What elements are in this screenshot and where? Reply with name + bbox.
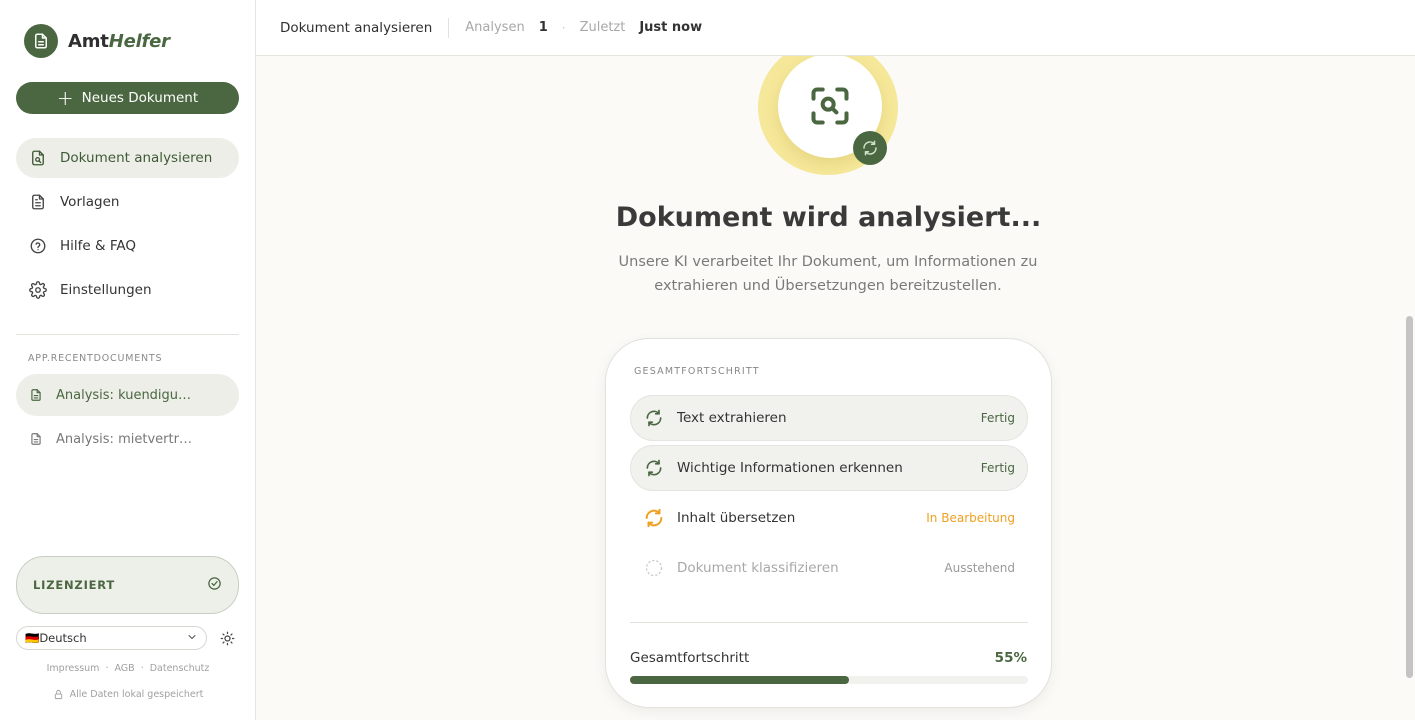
brand-name: AmtHelfer (68, 31, 170, 52)
brand-name-accent: Helfer (108, 30, 170, 52)
theme-toggle-sun-icon[interactable] (219, 630, 235, 646)
document-logo-icon (24, 24, 58, 58)
refresh-badge-icon (853, 131, 887, 165)
step-dokument-klassifizieren: Dokument klassifizieren Ausstehend (630, 545, 1028, 591)
analyses-label: Analysen (465, 20, 525, 35)
language-value: 🇩🇪Deutsch (25, 631, 87, 645)
new-document-button[interactable]: + Neues Dokument (16, 82, 239, 114)
sidebar-item-hilfe-faq[interactable]: Hilfe & FAQ (16, 226, 239, 266)
header-dot-separator: · (561, 20, 566, 35)
sidebar-item-label: Dokument analysieren (60, 150, 213, 166)
license-label: LIZENZIERT (33, 578, 116, 592)
last-value: Just now (639, 20, 703, 35)
analyses-count: 1 (538, 20, 548, 35)
recent-documents-list: Analysis: kuendigung.pdf Analysis: mietv… (16, 374, 239, 462)
sidebar-item-label: Hilfe & FAQ (60, 238, 136, 254)
analysis-heading: Dokument wird analysiert... (615, 202, 1042, 233)
language-select[interactable]: 🇩🇪Deutsch (16, 626, 207, 650)
sidebar-item-label: Vorlagen (60, 194, 120, 210)
brand-name-plain: Amt (68, 30, 109, 52)
total-progress-value: 55% (994, 650, 1027, 666)
chevron-down-icon (186, 631, 198, 646)
step-name: Dokument klassifizieren (677, 560, 839, 576)
footer-links: Impressum · AGB · Datenschutz (46, 663, 210, 674)
agb-link[interactable]: AGB (114, 663, 134, 674)
license-status[interactable]: LIZENZIERT (16, 556, 239, 614)
check-circle-icon (207, 576, 222, 595)
step-name: Text extrahieren (677, 410, 787, 426)
step-name: Wichtige Informationen erkennen (677, 460, 903, 476)
local-note-text: Alle Daten lokal gespeichert (69, 689, 204, 700)
file-icon (28, 387, 44, 403)
plus-icon: + (56, 86, 74, 110)
step-informationen-erkennen: Wichtige Informationen erkennen Fertig (630, 445, 1028, 491)
progress-bar (630, 676, 1028, 684)
recent-item-label: Analysis: kuendigung.pdf (56, 387, 196, 403)
sidebar-item-vorlagen[interactable]: Vorlagen (16, 182, 239, 222)
main-scrollbar[interactable] (1406, 316, 1413, 678)
step-status: Fertig (980, 411, 1015, 425)
step-name: Inhalt übersetzen (677, 510, 796, 526)
sidebar-divider (16, 334, 239, 335)
datenschutz-link[interactable]: Datenschutz (150, 663, 210, 674)
recent-item-label: Analysis: mietvertrag.pdf (56, 431, 196, 447)
step-status: Fertig (980, 461, 1015, 475)
spinner-icon (643, 507, 665, 529)
language-label: Deutsch (39, 631, 87, 645)
card-divider (630, 622, 1028, 623)
progress-card: GESAMTFORTSCHRITT Text extrahieren Ferti… (605, 338, 1052, 708)
file-search-icon (28, 148, 48, 168)
sidebar: AmtHelfer + Neues Dokument Dokument anal… (0, 0, 256, 720)
header-divider (448, 17, 450, 38)
main-nav: Dokument analysieren Vorlagen Hilfe & FA… (16, 138, 239, 314)
total-progress-label: Gesamtfortschritt (630, 650, 750, 666)
step-text-extrahieren: Text extrahieren Fertig (630, 395, 1028, 441)
file-text-icon (28, 192, 48, 212)
sidebar-item-einstellungen[interactable]: Einstellungen (16, 270, 239, 310)
progress-bar-fill (630, 676, 849, 684)
main-content: Dokument wird analysiert... Unsere KI ve… (256, 56, 1415, 720)
recent-item-mietvertrag[interactable]: Analysis: mietvertrag.pdf (16, 418, 239, 460)
step-status: Ausstehend (944, 561, 1015, 575)
local-storage-note: Alle Daten lokal gespeichert (0, 689, 256, 700)
top-bar: Dokument analysieren Analysen 1 · Zuletz… (256, 0, 1415, 56)
progress-card-title: GESAMTFORTSCHRITT (634, 366, 760, 377)
progress-steps: Text extrahieren Fertig Wichtige Informa… (630, 395, 1028, 595)
page-title: Dokument analysieren (280, 19, 433, 36)
sidebar-item-dokument-analysieren[interactable]: Dokument analysieren (16, 138, 239, 178)
pending-circle-icon (643, 557, 665, 579)
file-icon (28, 431, 44, 447)
refresh-icon (643, 407, 665, 429)
help-circle-icon (28, 236, 48, 256)
step-inhalt-uebersetzen: Inhalt übersetzen In Bearbeitung (630, 495, 1028, 541)
flag-de-icon: 🇩🇪 (25, 631, 40, 645)
sidebar-item-label: Einstellungen (60, 282, 152, 298)
impressum-link[interactable]: Impressum (47, 663, 100, 674)
brand[interactable]: AmtHelfer (24, 24, 170, 58)
new-document-label: Neues Dokument (81, 90, 199, 106)
lock-icon (53, 689, 64, 700)
last-label: Zuletzt (579, 20, 626, 35)
gear-icon (28, 280, 48, 300)
refresh-icon (643, 457, 665, 479)
step-status: In Bearbeitung (926, 511, 1015, 525)
recent-item-kuendigung[interactable]: Analysis: kuendigung.pdf (16, 374, 239, 416)
analysis-description: Unsere KI verarbeitet Ihr Dokument, um I… (618, 254, 1038, 294)
recent-documents-heading: APP.RECENTDOCUMENTS (28, 353, 163, 364)
